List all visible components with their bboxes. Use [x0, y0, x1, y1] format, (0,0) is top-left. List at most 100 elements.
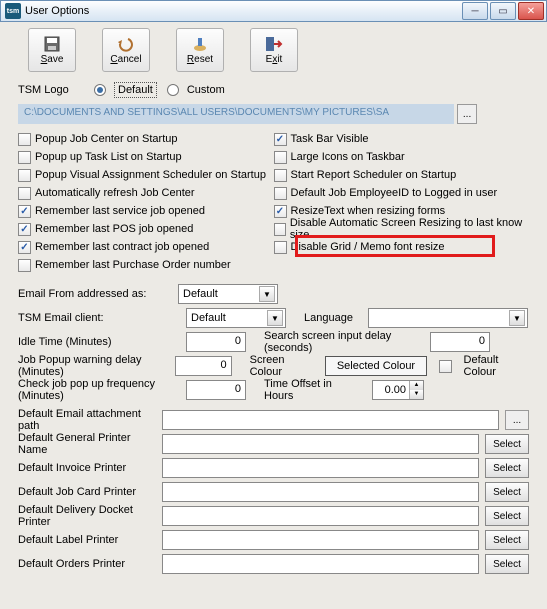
printer-jobcard-select[interactable]: Select	[485, 482, 529, 502]
chk-remember-service-label: Remember last service job opened	[35, 205, 205, 217]
chk-remember-contract-label: Remember last contract job opened	[35, 241, 209, 253]
logo-path-input[interactable]: C:\DOCUMENTS AND SETTINGS\ALL USERS\DOCU…	[18, 104, 454, 124]
chk-popup-vas[interactable]	[18, 169, 31, 182]
maximize-button[interactable]: ▭	[490, 2, 516, 20]
chk-popup-tasklist-label: Popup up Task List on Startup	[35, 151, 182, 163]
content-area: Save Cancel Reset Exit TSM Logo Default …	[0, 22, 547, 609]
chk-remember-pos-label: Remember last POS job opened	[35, 223, 193, 235]
chk-disable-grid-resize-label: Disable Grid / Memo font resize	[291, 241, 445, 253]
printer-label-select[interactable]: Select	[485, 530, 529, 550]
title-bar: tsm User Options ─ ▭ ✕	[0, 0, 547, 22]
time-offset-spinner[interactable]: 0.00 ▲▼	[372, 380, 424, 400]
spin-down-icon[interactable]: ▼	[409, 390, 423, 399]
tsm-email-value: Default	[191, 312, 226, 324]
browse-logo-button[interactable]: ...	[457, 104, 477, 124]
default-colour-label: Default Colour	[464, 354, 530, 378]
chevron-down-icon: ▼	[267, 310, 283, 326]
tsm-email-label: TSM Email client:	[18, 312, 178, 324]
chk-resize-text-label: ResizeText when resizing forms	[291, 205, 446, 217]
chk-large-icons-label: Large Icons on Taskbar	[291, 151, 405, 163]
chk-popup-jobcenter-label: Popup Job Center on Startup	[35, 133, 177, 145]
chk-disable-grid-resize[interactable]	[274, 241, 287, 254]
chk-disable-autoresize-label: Disable Automatic Screen Resizing to las…	[290, 217, 529, 241]
idle-time-input[interactable]: 0	[186, 332, 246, 352]
reset-button[interactable]: Reset	[176, 28, 224, 72]
radio-custom-label: Custom	[187, 84, 225, 96]
language-label: Language	[304, 312, 360, 324]
email-from-label: Email From addressed as:	[18, 288, 178, 300]
printer-general-select[interactable]: Select	[485, 434, 529, 454]
reset-label: eset	[194, 54, 213, 65]
window-title: User Options	[25, 5, 89, 17]
exit-button[interactable]: Exit	[250, 28, 298, 72]
chk-popup-tasklist[interactable]	[18, 151, 31, 164]
undo-icon	[116, 35, 136, 53]
search-delay-label: Search screen input delay (seconds)	[264, 330, 422, 354]
cancel-label: ancel	[118, 54, 142, 65]
chk-popup-jobcenter[interactable]	[18, 133, 31, 146]
printer-invoice-input[interactable]	[162, 458, 479, 478]
printer-delivery-select[interactable]: Select	[485, 506, 529, 526]
radio-custom[interactable]	[167, 84, 179, 96]
idle-time-label: Idle Time (Minutes)	[18, 336, 178, 348]
printer-general-label: Default General Printer Name	[18, 432, 162, 456]
chk-default-employee[interactable]	[274, 187, 287, 200]
check-freq-label: Check job pop up frequency (Minutes)	[18, 378, 178, 402]
printer-invoice-label: Default Invoice Printer	[18, 462, 162, 474]
chk-auto-refresh[interactable]	[18, 187, 31, 200]
attach-browse-button[interactable]: ...	[505, 410, 529, 430]
tsm-logo-label: TSM Logo	[18, 84, 88, 96]
screen-colour-button[interactable]: Selected Colour	[325, 356, 428, 376]
printer-orders-input[interactable]	[162, 554, 479, 574]
screen-colour-label: Screen Colour	[250, 354, 317, 378]
printer-jobcard-label: Default Job Card Printer	[18, 486, 162, 498]
attach-path-label: Default Email attachment path	[18, 408, 162, 432]
chk-default-colour[interactable]	[439, 360, 451, 373]
chk-taskbar-visible-label: Task Bar Visible	[291, 133, 369, 145]
save-label: ave	[47, 54, 63, 65]
chk-resize-text[interactable]	[274, 205, 287, 218]
tsm-logo-row: TSM Logo Default Custom	[18, 82, 529, 98]
chk-auto-refresh-label: Automatically refresh Job Center	[35, 187, 195, 199]
checkbox-columns: Popup Job Center on Startup Popup up Tas…	[18, 130, 529, 274]
chk-remember-service[interactable]	[18, 205, 31, 218]
chk-remember-po[interactable]	[18, 259, 31, 272]
chk-remember-pos[interactable]	[18, 223, 31, 236]
language-combo[interactable]: ▼	[368, 308, 528, 328]
chk-report-scheduler[interactable]	[274, 169, 287, 182]
email-from-combo[interactable]: Default▼	[178, 284, 278, 304]
printer-general-input[interactable]	[162, 434, 479, 454]
printer-delivery-input[interactable]	[162, 506, 479, 526]
chk-large-icons[interactable]	[274, 151, 287, 164]
printer-label-input[interactable]	[162, 530, 479, 550]
printer-orders-select[interactable]: Select	[485, 554, 529, 574]
job-popup-input[interactable]: 0	[175, 356, 232, 376]
save-button[interactable]: Save	[28, 28, 76, 72]
chk-disable-autoresize[interactable]	[274, 223, 286, 236]
search-delay-input[interactable]: 0	[430, 332, 490, 352]
reset-icon	[190, 35, 210, 53]
save-icon	[42, 35, 62, 53]
printer-jobcard-input[interactable]	[162, 482, 479, 502]
chevron-down-icon: ▼	[509, 310, 525, 326]
minimize-button[interactable]: ─	[462, 2, 488, 20]
printer-orders-label: Default Orders Printer	[18, 558, 162, 570]
time-offset-value: 0.00	[373, 384, 409, 396]
cancel-button[interactable]: Cancel	[102, 28, 150, 72]
check-freq-input[interactable]: 0	[186, 380, 246, 400]
left-column: Popup Job Center on Startup Popup up Tas…	[18, 130, 274, 274]
email-from-value: Default	[183, 288, 218, 300]
radio-default[interactable]	[94, 84, 106, 96]
printer-invoice-select[interactable]: Select	[485, 458, 529, 478]
toolbar: Save Cancel Reset Exit	[18, 28, 529, 72]
attach-path-input[interactable]	[162, 410, 499, 430]
chk-remember-contract[interactable]	[18, 241, 31, 254]
chk-taskbar-visible[interactable]	[274, 133, 287, 146]
time-offset-label: Time Offset in Hours	[264, 378, 364, 402]
close-button[interactable]: ✕	[518, 2, 544, 20]
chk-remember-po-label: Remember last Purchase Order number	[35, 259, 231, 271]
chk-default-employee-label: Default Job EmployeeID to Logged in user	[291, 187, 498, 199]
job-popup-label: Job Popup warning delay (Minutes)	[18, 354, 167, 378]
spin-up-icon[interactable]: ▲	[409, 381, 423, 390]
tsm-email-combo[interactable]: Default ▼	[186, 308, 286, 328]
